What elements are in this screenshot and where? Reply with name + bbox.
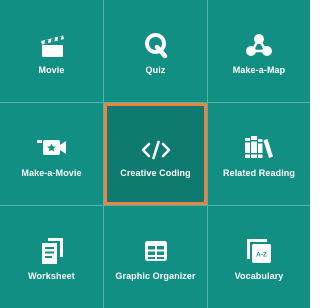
tile-make-a-map[interactable]: Make-a-Map (208, 0, 310, 102)
tile-label: Vocabulary (234, 271, 284, 281)
map-nodes-icon (245, 28, 273, 62)
tile-make-a-movie[interactable]: Make-a-Movie (0, 103, 103, 205)
tile-label: Related Reading (222, 168, 295, 178)
activity-grid: Movie Quiz Make-a-Map Make-a-Movie Creat… (0, 0, 310, 308)
tile-creative-coding[interactable]: Creative Coding (104, 103, 207, 205)
tile-worksheet[interactable]: Worksheet (0, 206, 103, 308)
vocabulary-badge-text: A-Z (256, 252, 267, 259)
tile-vocabulary[interactable]: A-Z Vocabulary (208, 206, 310, 308)
clapperboard-icon (39, 28, 65, 62)
tile-movie[interactable]: Movie (0, 0, 103, 102)
tile-label: Make-a-Movie (21, 168, 82, 178)
books-icon (244, 131, 274, 165)
tile-related-reading[interactable]: Related Reading (208, 103, 310, 205)
table-grid-icon (143, 234, 169, 268)
tile-label: Graphic Organizer (115, 271, 196, 281)
quiz-q-icon (143, 28, 169, 62)
code-brackets-icon (141, 133, 171, 167)
tile-graphic-organizer[interactable]: Graphic Organizer (104, 206, 207, 308)
worksheet-pages-icon (39, 234, 65, 268)
tile-quiz[interactable]: Quiz (104, 0, 207, 102)
tile-label: Quiz (145, 65, 166, 75)
tile-label: Creative Coding (120, 168, 191, 178)
tile-label: Movie (38, 65, 65, 75)
tile-label: Make-a-Map (232, 65, 286, 75)
vocabulary-cards-icon: A-Z (245, 234, 273, 268)
tile-label: Worksheet (28, 271, 75, 281)
video-camera-star-icon (36, 131, 67, 165)
